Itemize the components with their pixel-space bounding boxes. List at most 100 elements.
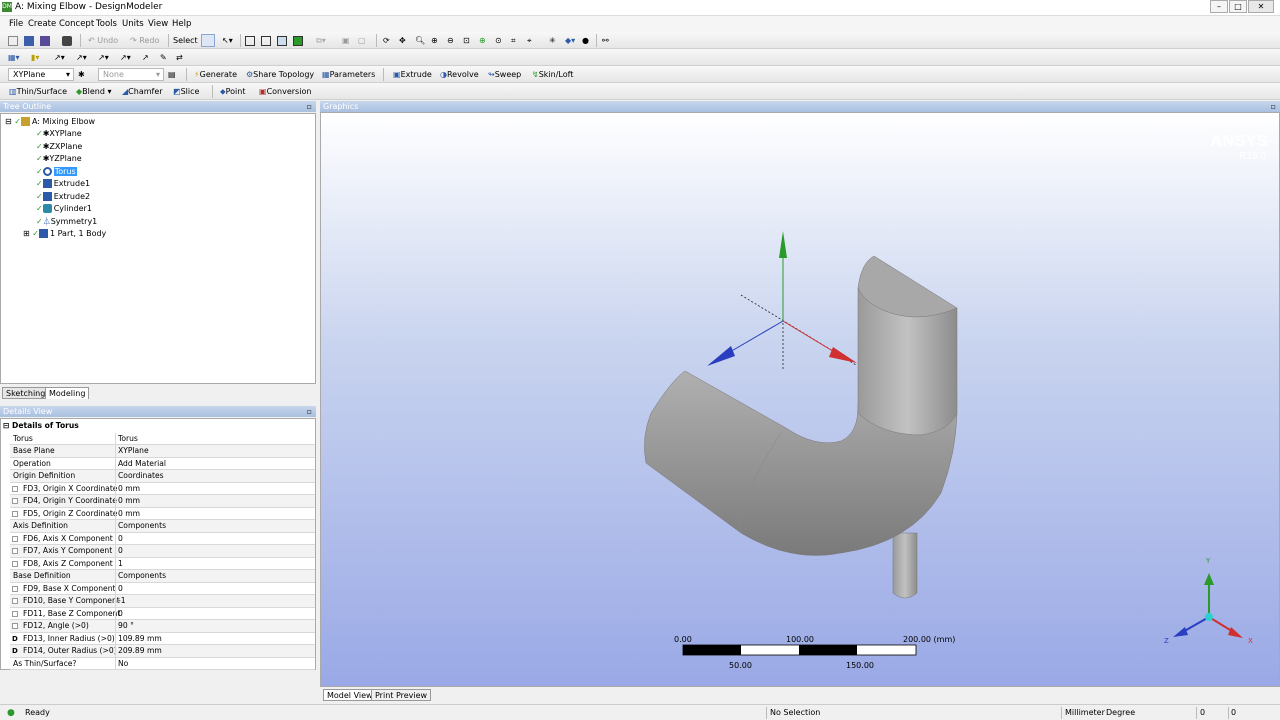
extend-selection-icon[interactable]: ⧉▾	[316, 34, 326, 47]
details-value[interactable]: 0	[115, 607, 313, 620]
revolve-button[interactable]: ◑Revolve	[440, 68, 479, 81]
details-value[interactable]: 90 °	[115, 620, 313, 632]
details-value[interactable]: 0	[115, 532, 313, 545]
select-bodies-icon[interactable]	[293, 34, 305, 47]
line-style-icon[interactable]: ↗▾	[54, 51, 65, 64]
pin-icon[interactable]: ▫	[307, 101, 312, 112]
menu-view[interactable]: View	[148, 19, 168, 29]
tree-item-symmetry1[interactable]: ✓⏃Symmetry1	[36, 216, 97, 228]
rotate-icon[interactable]: ⟳	[383, 34, 390, 47]
tree-item-extrude1[interactable]: ✓ Extrude1	[36, 178, 90, 190]
details-row[interactable]: D FD13, Inner Radius (>0) 109.89 mm	[10, 632, 315, 645]
details-row[interactable]: FD6, Axis X Component 0	[10, 532, 315, 545]
view-previous-icon[interactable]: ⌗	[511, 34, 516, 47]
isometric-view-icon[interactable]: ✳	[549, 34, 556, 47]
details-value[interactable]: Torus	[115, 432, 313, 445]
view-next-icon[interactable]: ⌖	[527, 34, 532, 47]
parameter-checkbox[interactable]	[12, 610, 18, 617]
details-value[interactable]: 209.89 mm	[115, 645, 313, 657]
pan-icon[interactable]: ✥	[399, 34, 406, 47]
tree-item-parts[interactable]: ⊞ ✓ 1 Part, 1 Body	[23, 228, 106, 240]
wireframe-icon[interactable]: ⚯	[602, 34, 609, 47]
details-row[interactable]: FD8, Axis Z Component 1	[10, 557, 315, 570]
menu-help[interactable]: Help	[172, 19, 191, 29]
menu-units[interactable]: Units	[122, 19, 144, 29]
details-value[interactable]: 1	[115, 557, 313, 570]
driven-parameter-icon[interactable]: D	[12, 633, 18, 643]
tree-item-xyplane[interactable]: ✓✱XYPlane	[36, 128, 82, 140]
minimize-button[interactable]: –	[1210, 0, 1228, 13]
details-value[interactable]: Components	[115, 520, 313, 532]
chamfer-button[interactable]: ◢Chamfer	[122, 85, 163, 98]
details-value[interactable]: -1	[115, 595, 313, 607]
tree-item-zxplane[interactable]: ✓✱ZXPlane	[36, 141, 82, 153]
select-edges-icon[interactable]	[261, 34, 273, 47]
details-row[interactable]: Base Definition Components	[10, 570, 315, 583]
select-points-icon[interactable]	[245, 34, 257, 47]
tree-item-extrude2[interactable]: ✓ Extrude2	[36, 191, 90, 203]
details-value[interactable]: XYPlane	[115, 445, 313, 457]
pin-icon[interactable]: ▫	[1271, 101, 1276, 112]
edge-joint-icon[interactable]: ⇄	[176, 51, 183, 64]
save-as-icon[interactable]	[40, 34, 52, 47]
tree-item-yzplane[interactable]: ✓✱YZPlane	[36, 153, 82, 165]
blend-button[interactable]: ◆Blend ▾	[76, 85, 112, 98]
parameter-checkbox[interactable]	[12, 623, 18, 629]
thin-surface-button[interactable]: ▥Thin/Surface	[9, 85, 67, 98]
point-button[interactable]: ⬥Point	[220, 85, 245, 98]
graphics-viewport[interactable]: ANSYS R15.0 0.00 100.00 200.00 (mm) 50.0…	[320, 112, 1280, 687]
collapse-icon[interactable]: ⊟	[3, 421, 9, 430]
skin-loft-button[interactable]: ↯Skin/Loft	[532, 68, 573, 81]
details-value[interactable]: 0	[115, 582, 313, 595]
details-row[interactable]: Torus Torus	[10, 432, 315, 445]
details-value[interactable]: No	[115, 657, 313, 670]
zoom-in-icon[interactable]: ⊕	[431, 34, 438, 47]
tab-print-preview[interactable]: Print Preview	[371, 689, 432, 701]
menu-tools[interactable]: Tools	[96, 19, 117, 29]
details-value[interactable]: 0 mm	[115, 507, 313, 520]
parameters-button[interactable]: ▦Parameters	[322, 68, 375, 81]
details-value[interactable]: Add Material	[115, 457, 313, 470]
magnifier-icon[interactable]: ⊙	[495, 34, 502, 47]
details-row[interactable]: FD9, Base X Component 0	[10, 582, 315, 595]
zoom-out-icon[interactable]: ⊖	[447, 34, 454, 47]
tree-root[interactable]: ⊟ ✓ A: Mixing Elbow	[5, 116, 95, 128]
details-row[interactable]: FD10, Base Y Component -1	[10, 595, 315, 608]
details-value[interactable]: Coordinates	[115, 470, 313, 482]
expand-icon[interactable]: ⊞	[23, 229, 30, 238]
arrow-icon[interactable]: ↗▾	[120, 51, 131, 64]
driven-parameter-icon[interactable]: D	[12, 645, 18, 655]
zoom-to-fit-icon[interactable]: ⊕	[479, 34, 486, 47]
tab-sketching[interactable]: Sketching	[2, 387, 50, 399]
parameter-checkbox[interactable]	[12, 560, 18, 567]
details-row[interactable]: FD11, Base Z Component 0	[10, 607, 315, 620]
parameter-checkbox[interactable]	[12, 598, 18, 604]
details-row[interactable]: Axis Definition Components	[10, 520, 315, 533]
details-value[interactable]: 109.89 mm	[115, 632, 313, 645]
details-row[interactable]: FD3, Origin X Coordinate 0 mm	[10, 482, 315, 495]
display-plane-icon[interactable]: ▦▾	[8, 51, 20, 64]
details-value[interactable]: 0 mm	[115, 495, 313, 507]
details-row[interactable]: D FD14, Outer Radius (>0) 209.89 mm	[10, 645, 315, 658]
plane-select[interactable]: XYPlane ▾	[8, 68, 74, 81]
zoom-fit-icon[interactable]: ▢	[358, 34, 366, 47]
select-filter-icon[interactable]: ↖▾	[222, 34, 233, 47]
collapse-icon[interactable]: ⊟	[5, 117, 12, 126]
parameter-checkbox[interactable]	[12, 510, 18, 517]
pin-icon[interactable]: ▫	[307, 406, 312, 417]
parameter-checkbox[interactable]	[12, 485, 18, 492]
details-row[interactable]: Origin Definition Coordinates	[10, 470, 315, 483]
parameter-checkbox[interactable]	[12, 548, 18, 554]
tab-model-view[interactable]: Model View	[323, 689, 377, 701]
share-topology-button[interactable]: ⚙Share Topology	[246, 68, 314, 81]
conversion-button[interactable]: ▣Conversion	[259, 85, 311, 98]
tab-modeling[interactable]: Modeling	[45, 387, 90, 399]
details-value[interactable]: 0 mm	[115, 482, 313, 495]
details-row[interactable]: FD5, Origin Z Coordinate 0 mm	[10, 507, 315, 520]
point-marker-icon[interactable]: ●	[582, 34, 589, 47]
zoom-box-icon[interactable]: ▣	[342, 34, 350, 47]
pin-icon[interactable]: ✎	[160, 51, 167, 64]
new-icon[interactable]	[8, 34, 20, 47]
close-button[interactable]: ✕	[1248, 0, 1274, 13]
sweep-button[interactable]: ↬Sweep	[488, 68, 521, 81]
